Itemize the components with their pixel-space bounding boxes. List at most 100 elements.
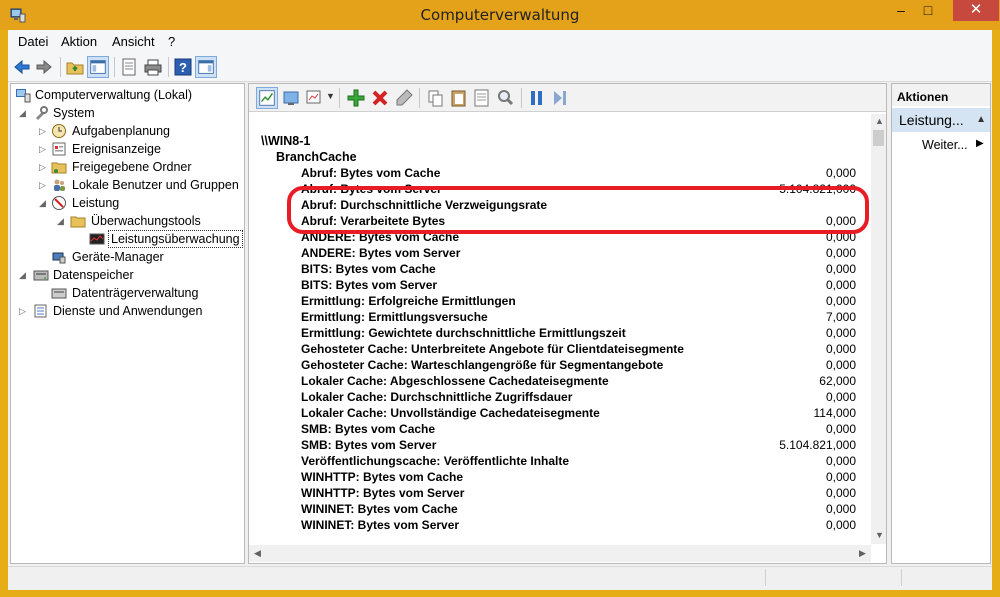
- delete-icon[interactable]: [369, 87, 391, 109]
- counter-value: 0,000: [825, 422, 856, 436]
- actions-header: Aktionen: [892, 84, 990, 106]
- collapse-icon[interactable]: ◢: [19, 266, 29, 284]
- counter-row[interactable]: Ermittlung: Gewichtete durchschnittliche…: [301, 326, 856, 342]
- minimize-button[interactable]: –: [886, 0, 916, 21]
- monitor-icon: [89, 233, 105, 245]
- scroll-thumb[interactable]: [873, 130, 884, 146]
- menu-bar: Datei Aktion Ansicht ?: [8, 30, 992, 52]
- shared-folder-icon: [51, 162, 67, 174]
- folder-icon: [70, 216, 86, 228]
- freeze-display-icon[interactable]: [526, 87, 548, 109]
- collapse-icon[interactable]: ◢: [19, 104, 29, 122]
- properties-icon[interactable]: [471, 87, 493, 109]
- counter-row[interactable]: WINHTTP: Bytes vom Cache 0,000: [301, 470, 856, 486]
- show-hide-action-pane-icon[interactable]: [195, 56, 217, 78]
- change-graph-type-icon[interactable]: [256, 87, 278, 109]
- clock-icon: [52, 124, 66, 138]
- menu-datei[interactable]: Datei: [18, 34, 48, 49]
- counter-row[interactable]: WININET: Bytes vom Cache 0,000: [301, 502, 856, 518]
- report-view[interactable]: \\WIN8-1 BranchCache Abruf: Bytes vom Ca…: [249, 114, 869, 544]
- counter-name: WINHTTP: Bytes vom Server: [301, 486, 465, 500]
- counter-row[interactable]: Lokaler Cache: Abgeschlossene Cachedatei…: [301, 374, 856, 390]
- change-view-icon[interactable]: [304, 87, 326, 109]
- counter-row[interactable]: Gehosteter Cache: Unterbreitete Angebote…: [301, 342, 856, 358]
- counter-value: 0,000: [825, 518, 856, 532]
- counter-row[interactable]: WININET: Bytes vom Server 0,000: [301, 518, 856, 534]
- counter-row[interactable]: ANDERE: Bytes vom Server 0,000: [301, 246, 856, 262]
- counter-row[interactable]: Abruf: Bytes vom Cache 0,000: [301, 166, 856, 182]
- scroll-right-arrow-icon[interactable]: ▶: [859, 548, 866, 559]
- horizontal-scrollbar[interactable]: ◀ ▶: [249, 545, 871, 562]
- action-more[interactable]: Weiter...: [922, 138, 968, 152]
- vertical-scrollbar[interactable]: ▲ ▼: [871, 114, 886, 544]
- counter-value: 114,000: [813, 406, 857, 420]
- copy-properties-icon[interactable]: [425, 87, 447, 109]
- counter-row[interactable]: Lokaler Cache: Unvollständige Cachedatei…: [301, 406, 856, 422]
- help-icon[interactable]: ?: [172, 56, 194, 78]
- counter-row[interactable]: BITS: Bytes vom Server 0,000: [301, 278, 856, 294]
- tree-item-label: Leistungsüberwachung: [108, 230, 243, 248]
- status-bar: [8, 566, 992, 588]
- properties-icon[interactable]: [118, 56, 140, 78]
- paste-counter-list-icon[interactable]: [448, 87, 470, 109]
- view-current-activity-icon[interactable]: [280, 87, 302, 109]
- menu-aktion[interactable]: Aktion: [61, 34, 97, 49]
- expand-icon[interactable]: ▷: [39, 176, 49, 194]
- expand-icon[interactable]: ▷: [39, 122, 49, 140]
- counter-row[interactable]: Gehosteter Cache: Warteschlangengröße fü…: [301, 358, 856, 374]
- close-button[interactable]: ✕: [953, 0, 999, 21]
- counter-value: 0,000: [825, 166, 856, 180]
- actions-group-performance[interactable]: Leistung... ▲: [892, 108, 990, 132]
- update-data-icon[interactable]: [549, 87, 571, 109]
- chevron-down-icon[interactable]: ▼: [326, 91, 335, 101]
- counter-value: 0,000: [825, 246, 856, 260]
- counter-name: Ermittlung: Ermittlungsversuche: [301, 310, 488, 324]
- print-icon[interactable]: [142, 56, 164, 78]
- counter-row[interactable]: SMB: Bytes vom Cache 0,000: [301, 422, 856, 438]
- toolbar-separator: [419, 88, 420, 108]
- scroll-up-arrow-icon[interactable]: ▲: [875, 116, 884, 126]
- back-icon[interactable]: [11, 56, 33, 78]
- performance-monitor-pane: ▼ \\WIN8-1 BranchCache Abruf: Bytes vom …: [248, 83, 887, 564]
- add-icon[interactable]: [345, 87, 367, 109]
- counter-name: Ermittlung: Gewichtete durchschnittliche…: [301, 326, 626, 340]
- highlight-icon[interactable]: [393, 87, 415, 109]
- counter-row[interactable]: WINHTTP: Bytes vom Server 0,000: [301, 486, 856, 502]
- counter-row[interactable]: BITS: Bytes vom Cache 0,000: [301, 262, 856, 278]
- zoom-icon[interactable]: [494, 87, 516, 109]
- maximize-button[interactable]: □: [913, 0, 943, 21]
- counter-row[interactable]: Ermittlung: Ermittlungsversuche 7,000: [301, 310, 856, 326]
- counter-row[interactable]: SMB: Bytes vom Server 5.104.821,000: [301, 438, 856, 454]
- counter-value: 62,000: [819, 374, 856, 388]
- users-icon: [54, 179, 65, 191]
- tree-item-label: Dienste und Anwendungen: [53, 304, 203, 318]
- collapse-icon[interactable]: ◢: [57, 212, 67, 230]
- tree-item-label: Aufgabenplanung: [72, 124, 171, 138]
- counter-name: BITS: Bytes vom Cache: [301, 262, 436, 276]
- disk-icon: [51, 288, 67, 299]
- menu-ansicht[interactable]: Ansicht: [112, 34, 155, 49]
- expand-icon[interactable]: ▷: [19, 302, 29, 320]
- forward-icon[interactable]: [33, 56, 55, 78]
- services-icon: [34, 304, 47, 318]
- counter-value: 7,000: [825, 310, 856, 324]
- collapse-up-icon[interactable]: ▲: [976, 114, 986, 125]
- navigation-tree: Computerverwaltung (Lokal) ◢ System ▷ Au…: [10, 83, 245, 564]
- counter-row[interactable]: Veröffentlichungscache: Veröffentlichte …: [301, 454, 856, 470]
- collapse-icon[interactable]: ◢: [39, 194, 49, 212]
- submenu-arrow-icon[interactable]: ▶: [976, 138, 984, 149]
- scroll-left-arrow-icon[interactable]: ◀: [254, 548, 261, 559]
- expand-icon[interactable]: ▷: [39, 140, 49, 158]
- counter-row[interactable]: Lokaler Cache: Durchschnittliche Zugriff…: [301, 390, 856, 406]
- counter-name: Lokaler Cache: Abgeschlossene Cachedatei…: [301, 374, 609, 388]
- menu-help[interactable]: ?: [168, 34, 175, 49]
- performance-toolbar: ▼: [249, 84, 886, 112]
- expand-icon[interactable]: ▷: [39, 158, 49, 176]
- tree-item-label: Lokale Benutzer und Gruppen: [72, 178, 239, 192]
- up-folder-icon[interactable]: [64, 56, 86, 78]
- tree-item-label: System: [53, 106, 95, 120]
- counter-row[interactable]: Ermittlung: Erfolgreiche Ermittlungen 0,0…: [301, 294, 856, 310]
- scroll-down-arrow-icon[interactable]: ▼: [875, 530, 884, 540]
- show-hide-tree-icon[interactable]: [87, 56, 109, 78]
- machine-name: \\WIN8-1: [261, 134, 311, 148]
